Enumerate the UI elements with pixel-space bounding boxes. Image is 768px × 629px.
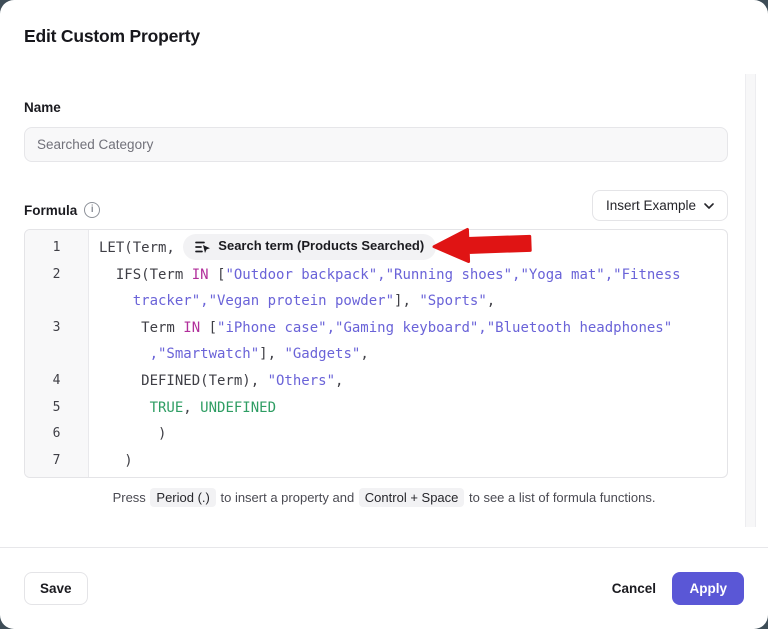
insert-example-button[interactable]: Insert Example bbox=[592, 190, 728, 221]
code-token: , bbox=[487, 293, 495, 309]
code-row: Term IN ["iPhone case","Gaming keyboard"… bbox=[99, 315, 721, 342]
chevron-down-icon bbox=[704, 203, 714, 209]
code-row: ,"Smartwatch"], "Gadgets", bbox=[99, 341, 721, 368]
insert-field-icon bbox=[195, 240, 211, 254]
code-token: ], bbox=[394, 293, 419, 309]
line-number: 3 bbox=[25, 315, 88, 342]
footer-divider bbox=[0, 547, 768, 548]
line-number: 6 bbox=[25, 421, 88, 448]
code-token: "Others" bbox=[268, 373, 335, 389]
info-icon[interactable]: i bbox=[84, 202, 100, 218]
code-gutter: 12 3 4567 bbox=[25, 230, 89, 477]
code-row: ) bbox=[99, 448, 721, 475]
code-token: "Sports" bbox=[419, 293, 486, 309]
code-row: LET(Term, Search term (Products Searched… bbox=[99, 235, 721, 262]
code-token: ) bbox=[99, 426, 166, 442]
property-chip-label: Search term (Products Searched) bbox=[218, 233, 424, 260]
code-token: Term bbox=[99, 320, 183, 336]
formula-code-editor[interactable]: 12 3 4567 LET(Term, Search term (Products … bbox=[24, 229, 728, 478]
apply-button[interactable]: Apply bbox=[672, 572, 744, 605]
page-title: Edit Custom Property bbox=[24, 26, 200, 47]
code-token bbox=[99, 400, 150, 416]
code-token: ], bbox=[259, 346, 284, 362]
scrollbar[interactable] bbox=[745, 74, 756, 527]
code-row: ) bbox=[99, 421, 721, 448]
line-number: 2 bbox=[25, 262, 88, 289]
code-row: DEFINED(Term), "Others", bbox=[99, 368, 721, 395]
line-number: 4 bbox=[25, 368, 88, 395]
property-chip[interactable]: Search term (Products Searched) bbox=[183, 234, 436, 260]
line-number: 1 bbox=[25, 235, 88, 262]
code-token: DEFINED(Term), bbox=[99, 373, 268, 389]
code-token: , bbox=[360, 346, 368, 362]
code-row: TRUE, UNDEFINED bbox=[99, 395, 721, 422]
insert-example-label: Insert Example bbox=[606, 198, 696, 213]
code-token: UNDEFINED bbox=[200, 400, 276, 416]
formula-hint: Press Period (.) to insert a property an… bbox=[0, 490, 768, 505]
save-button[interactable]: Save bbox=[24, 572, 88, 605]
code-row: tracker","Vegan protein powder"], "Sport… bbox=[99, 288, 721, 315]
code-token: LET(Term, bbox=[99, 240, 183, 256]
code-token: IN bbox=[192, 267, 209, 283]
line-number bbox=[25, 288, 88, 315]
code-token: , bbox=[436, 240, 453, 256]
code-token: "Gadgets" bbox=[284, 346, 360, 362]
formula-label: Formula bbox=[24, 203, 77, 218]
code-token: , bbox=[335, 373, 343, 389]
hint-middle: to insert a property and bbox=[217, 490, 358, 505]
code-token: [ bbox=[200, 320, 217, 336]
code-token: IN bbox=[183, 320, 200, 336]
code-token: ) bbox=[99, 453, 133, 469]
cancel-button[interactable]: Cancel bbox=[604, 572, 664, 605]
kbd-control-space: Control + Space bbox=[359, 488, 465, 507]
code-token bbox=[99, 346, 150, 362]
code-token: IFS(Term bbox=[99, 267, 192, 283]
line-number: 7 bbox=[25, 448, 88, 475]
code-token: tracker","Vegan protein powder" bbox=[133, 293, 394, 309]
kbd-period: Period (.) bbox=[150, 488, 215, 507]
name-label: Name bbox=[24, 100, 61, 115]
edit-custom-property-dialog: Edit Custom Property Name Formula i Inse… bbox=[0, 0, 768, 629]
code-row: IFS(Term IN ["Outdoor backpack","Running… bbox=[99, 262, 721, 289]
code-token: , bbox=[183, 400, 200, 416]
code-token: TRUE bbox=[150, 400, 184, 416]
code-token: "Outdoor backpack","Running shoes","Yoga… bbox=[225, 267, 680, 283]
code-token: ,"Smartwatch" bbox=[150, 346, 260, 362]
hint-prefix: Press bbox=[113, 490, 150, 505]
name-input[interactable] bbox=[24, 127, 728, 162]
code-token: [ bbox=[209, 267, 226, 283]
line-number: 5 bbox=[25, 395, 88, 422]
hint-suffix: to see a list of formula functions. bbox=[465, 490, 655, 505]
code-token bbox=[99, 293, 133, 309]
formula-label-row: Formula i bbox=[24, 202, 100, 218]
code-token: "iPhone case","Gaming keyboard","Bluetoo… bbox=[217, 320, 672, 336]
line-number bbox=[25, 341, 88, 368]
code-lines: LET(Term, Search term (Products Searched… bbox=[89, 230, 727, 477]
